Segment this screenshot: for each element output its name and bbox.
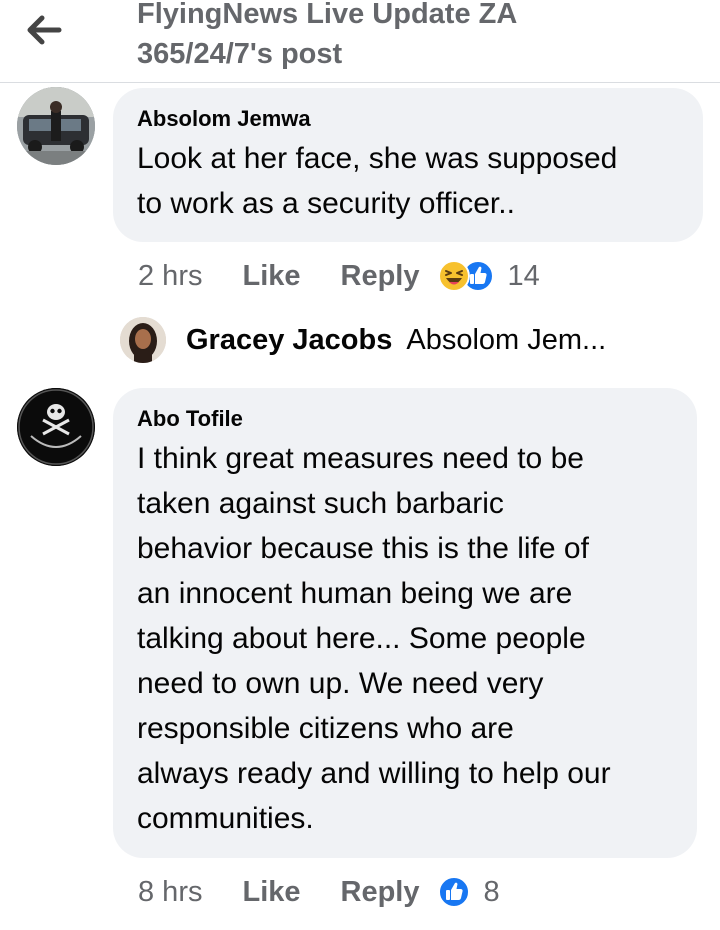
comment-author[interactable]: Abo Tofile bbox=[137, 406, 673, 432]
like-button[interactable]: Like bbox=[242, 260, 300, 293]
reply-preview-text: Absolom Jem... bbox=[406, 323, 607, 356]
comment-text-line: behavior because this is the life of bbox=[137, 532, 589, 565]
page-title: FlyingNews Live Update ZA 365/24/7's pos… bbox=[137, 0, 697, 74]
back-button[interactable] bbox=[22, 8, 66, 52]
haha-reaction-icon bbox=[437, 260, 470, 292]
reaction-count[interactable]: 8 bbox=[484, 876, 500, 909]
comment-text: Look at her face, she was supposed to wo… bbox=[137, 136, 679, 226]
reply-author[interactable]: Gracey Jacobs bbox=[186, 324, 392, 357]
reply-button[interactable]: Reply bbox=[341, 876, 420, 909]
page-title-line2: 365/24/7's post bbox=[137, 38, 343, 70]
reaction-count[interactable]: 14 bbox=[508, 260, 540, 293]
comment-text-line: responsible citizens who are bbox=[137, 712, 514, 745]
comment-text-line: Look at her face, she was supposed bbox=[137, 142, 618, 175]
avatar-abo-tofile[interactable] bbox=[17, 388, 95, 466]
reactions-summary[interactable] bbox=[437, 876, 470, 908]
comment-text-line: talking about here... Some people bbox=[137, 622, 586, 655]
comment-timestamp[interactable]: 2 hrs bbox=[138, 260, 202, 293]
comment-actions: 8 hrs Like Reply 8 bbox=[138, 870, 500, 914]
comment-text-line: taken against such barbaric bbox=[137, 487, 504, 520]
avatar-gracey-jacobs[interactable] bbox=[120, 317, 166, 363]
arrow-left-icon bbox=[27, 15, 62, 45]
comment-text-line: need to own up. We need very bbox=[137, 667, 544, 700]
comment-text-line: an innocent human being we are bbox=[137, 577, 573, 610]
page-title-line1: FlyingNews Live Update ZA bbox=[137, 0, 518, 30]
comment-text-line: to work as a security officer.. bbox=[137, 187, 515, 220]
avatar-absolom-jemwa[interactable] bbox=[17, 87, 95, 165]
comment-bubble: Absolom Jemwa Look at her face, she was … bbox=[113, 88, 703, 242]
comment-timestamp[interactable]: 8 hrs bbox=[138, 876, 202, 909]
comment-text-line: always ready and willing to help our bbox=[137, 757, 611, 790]
post-header: FlyingNews Live Update ZA 365/24/7's pos… bbox=[0, 0, 720, 83]
comment-text-line: communities. bbox=[137, 802, 314, 835]
like-reaction-icon bbox=[437, 876, 470, 908]
reply-preview[interactable]: Gracey Jacobs Absolom Jem... bbox=[120, 315, 606, 365]
like-button[interactable]: Like bbox=[242, 876, 300, 909]
comment-text-line: I think great measures need to be bbox=[137, 442, 584, 475]
reply-button[interactable]: Reply bbox=[341, 260, 420, 293]
comment-actions: 2 hrs Like Reply 14 bbox=[138, 254, 540, 298]
comment-bubble: Abo Tofile I think great measures need t… bbox=[113, 388, 697, 858]
reactions-summary[interactable] bbox=[437, 260, 494, 292]
comment-text: I think great measures need to be taken … bbox=[137, 436, 673, 841]
comment-author[interactable]: Absolom Jemwa bbox=[137, 106, 679, 132]
